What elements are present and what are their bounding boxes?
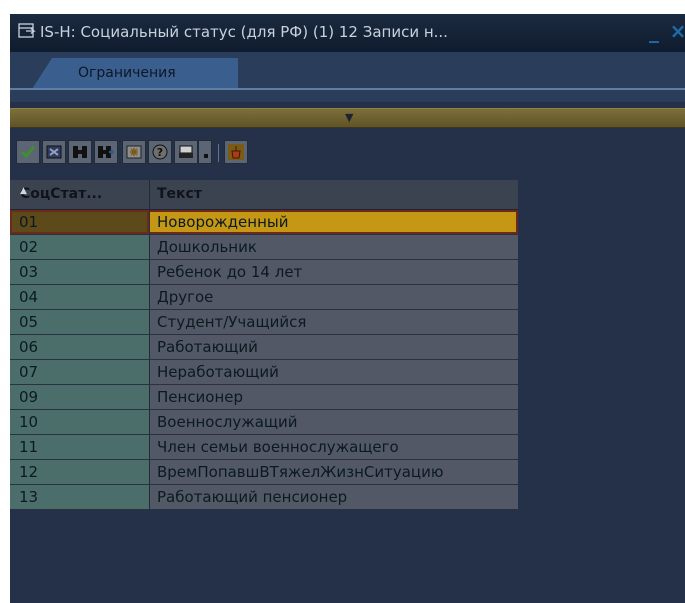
cell-status-code[interactable]: 02 bbox=[10, 235, 150, 259]
status-code-text: 01 bbox=[19, 213, 39, 231]
tab-strip: Ограничения bbox=[10, 52, 685, 102]
status-code-text: 02 bbox=[19, 238, 39, 256]
status-code-text: 07 bbox=[19, 363, 39, 381]
status-text: Военнослужащий bbox=[157, 413, 298, 431]
window-menu-icon[interactable] bbox=[18, 22, 36, 40]
cell-status-code[interactable]: 04 bbox=[10, 285, 150, 309]
table-row[interactable]: 02 Дошкольник bbox=[10, 235, 518, 260]
cell-status-code[interactable]: 10 bbox=[10, 410, 150, 434]
cell-status-code[interactable]: 06 bbox=[10, 335, 150, 359]
status-text: Член семьи военнослужащего bbox=[157, 438, 399, 456]
table-row[interactable]: 13 Работающий пенсионер bbox=[10, 485, 518, 510]
sort-ascending-icon: ▲ bbox=[20, 186, 27, 196]
status-code-text: 11 bbox=[19, 438, 39, 456]
status-text: Новорожденный bbox=[157, 213, 289, 231]
status-text: Ребенок до 14 лет bbox=[157, 263, 303, 281]
minimize-icon[interactable]: _ bbox=[642, 20, 666, 44]
cell-status-code[interactable]: 03 bbox=[10, 260, 150, 284]
cancel-icon[interactable] bbox=[42, 140, 66, 164]
cell-status-code[interactable]: 01 bbox=[10, 210, 149, 234]
find-icon[interactable] bbox=[68, 140, 92, 164]
status-code-text: 10 bbox=[19, 413, 39, 431]
cell-status-text[interactable]: Военнослужащий bbox=[150, 410, 518, 434]
status-text: Пенсионер bbox=[157, 388, 244, 406]
status-text: Дошкольник bbox=[157, 238, 257, 256]
help-icon[interactable]: ? bbox=[148, 140, 172, 164]
collapse-splitter[interactable]: ▼ bbox=[10, 108, 685, 128]
cell-status-text[interactable]: Член семьи военнослужащего bbox=[150, 435, 518, 459]
table-row[interactable]: 06 Работающий bbox=[10, 335, 518, 360]
cell-status-text[interactable]: Ребенок до 14 лет bbox=[150, 260, 518, 284]
table-row[interactable]: 05 Студент/Учащийся bbox=[10, 310, 518, 335]
status-text: Другое bbox=[157, 288, 214, 306]
status-code-text: 05 bbox=[19, 313, 39, 331]
table-row[interactable]: 09 Пенсионер bbox=[10, 385, 518, 410]
cell-status-text[interactable]: Студент/Учащийся bbox=[150, 310, 518, 334]
snapshot-icon[interactable] bbox=[122, 140, 146, 164]
find-next-icon[interactable] bbox=[94, 140, 118, 164]
status-text: ВремПопавшВТяжелЖизнСитуацию bbox=[157, 463, 444, 481]
close-icon[interactable]: × bbox=[666, 20, 685, 44]
table-row[interactable]: 10 Военнослужащий bbox=[10, 410, 518, 435]
status-code-text: 06 bbox=[19, 338, 39, 356]
table-row[interactable]: 01 Новорожденный bbox=[10, 210, 518, 235]
cell-status-text[interactable]: Дошкольник bbox=[150, 235, 518, 259]
toolbar-separator bbox=[218, 144, 219, 162]
cell-status-code[interactable]: 11 bbox=[10, 435, 150, 459]
print-icon[interactable] bbox=[174, 140, 198, 164]
tab-label: Ограничения bbox=[78, 65, 176, 81]
status-text: Работающий пенсионер bbox=[157, 488, 348, 506]
cell-status-code[interactable]: 13 bbox=[10, 485, 150, 509]
cell-status-text[interactable]: Новорожденный bbox=[150, 210, 518, 234]
dialog-window: IS-H: Социальный статус (для РФ) (1) 12 … bbox=[10, 14, 685, 603]
cell-status-text[interactable]: ВремПопавшВТяжелЖизнСитуацию bbox=[150, 460, 518, 484]
cell-status-code[interactable]: 07 bbox=[10, 360, 150, 384]
table-row[interactable]: 12 ВремПопавшВТяжелЖизнСитуацию bbox=[10, 460, 518, 485]
cell-status-code[interactable]: 09 bbox=[10, 385, 150, 409]
status-text: Неработающий bbox=[157, 363, 279, 381]
left-margin bbox=[0, 0, 10, 603]
status-code-text: 13 bbox=[19, 488, 39, 506]
status-code-text: 04 bbox=[19, 288, 39, 306]
title-bar[interactable]: IS-H: Социальный статус (для РФ) (1) 12 … bbox=[10, 14, 685, 52]
column-header-status[interactable]: СоцСтат... ▲ bbox=[10, 180, 150, 209]
filter-icon[interactable] bbox=[224, 140, 248, 164]
status-code-text: 12 bbox=[19, 463, 39, 481]
cell-status-text[interactable]: Пенсионер bbox=[150, 385, 518, 409]
collapse-arrow-icon[interactable]: ▼ bbox=[345, 111, 353, 124]
svg-text:?: ? bbox=[157, 146, 163, 159]
cell-status-text[interactable]: Работающий пенсионер bbox=[150, 485, 518, 509]
table-row[interactable]: 04 Другое bbox=[10, 285, 518, 310]
tab-restrictions[interactable]: Ограничения bbox=[32, 58, 238, 89]
table-header: СоцСтат... ▲ Текст bbox=[10, 180, 518, 210]
column-header-label: СоцСтат... bbox=[20, 186, 103, 202]
status-code-text: 09 bbox=[19, 388, 39, 406]
results-table: СоцСтат... ▲ Текст 01 Новорожденный 02 Дошк… bbox=[10, 180, 685, 603]
window-title: IS-H: Социальный статус (для РФ) (1) 12 … bbox=[40, 23, 448, 41]
column-header-label: Текст bbox=[157, 186, 202, 202]
cell-status-text[interactable]: Неработающий bbox=[150, 360, 518, 384]
cell-status-text[interactable]: Работающий bbox=[150, 335, 518, 359]
status-code-text: 03 bbox=[19, 263, 39, 281]
table-row[interactable]: 11 Член семьи военнослужащего bbox=[10, 435, 518, 460]
print-dropdown-icon[interactable] bbox=[198, 140, 212, 164]
tab-underline bbox=[10, 88, 685, 90]
status-text: Работающий bbox=[157, 338, 258, 356]
cell-status-code[interactable]: 12 bbox=[10, 460, 150, 484]
cell-status-code[interactable]: 05 bbox=[10, 310, 150, 334]
table-row[interactable]: 03 Ребенок до 14 лет bbox=[10, 260, 518, 285]
table-row[interactable]: 07 Неработающий bbox=[10, 360, 518, 385]
toolbar: ? bbox=[10, 128, 685, 180]
cell-status-text[interactable]: Другое bbox=[150, 285, 518, 309]
check-icon[interactable] bbox=[16, 140, 40, 164]
status-text: Студент/Учащийся bbox=[157, 313, 307, 331]
